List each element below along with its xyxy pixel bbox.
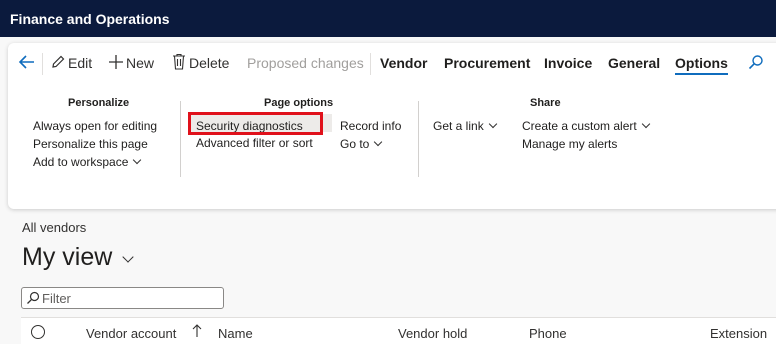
highlight-box: [188, 112, 323, 135]
trash-icon[interactable]: [172, 53, 186, 70]
sort-ascending-icon[interactable]: [192, 324, 202, 338]
tab-general[interactable]: General: [608, 55, 660, 71]
always-open-for-editing-item[interactable]: Always open for editing: [33, 119, 157, 133]
chevron-down-icon: [374, 137, 383, 147]
go-to-label: Go to: [340, 137, 370, 151]
column-extension[interactable]: Extension: [710, 326, 767, 341]
proposed-changes-button[interactable]: Proposed changes: [247, 55, 364, 71]
get-a-link-label: Get a link: [433, 119, 484, 133]
action-pane: Edit New Delete Proposed changes Vendor …: [8, 43, 776, 209]
advanced-filter-or-sort-item[interactable]: Advanced filter or sort: [196, 136, 313, 150]
group-title-page-options: Page options: [264, 97, 334, 109]
select-all-radio[interactable]: [31, 325, 45, 339]
manage-my-alerts-item[interactable]: Manage my alerts: [522, 137, 617, 151]
top-bar: Finance and Operations: [0, 0, 776, 37]
column-phone[interactable]: Phone: [529, 326, 567, 341]
column-name[interactable]: Name: [218, 326, 253, 341]
personalize-this-page-item[interactable]: Personalize this page: [33, 137, 148, 151]
filter-search-icon: [27, 291, 40, 304]
view-title[interactable]: My view: [22, 243, 112, 272]
tab-vendor[interactable]: Vendor: [380, 55, 427, 71]
get-a-link-item[interactable]: Get a link: [433, 119, 497, 133]
chevron-down-icon: [133, 155, 142, 165]
tab-options[interactable]: Options: [675, 55, 728, 75]
action-bar: Edit New Delete Proposed changes Vendor …: [8, 43, 776, 83]
group-title-personalize: Personalize: [68, 97, 130, 109]
view-chevron-down-icon[interactable]: [122, 251, 134, 263]
tab-invoice[interactable]: Invoice: [544, 55, 592, 71]
group-title-share: Share: [530, 97, 561, 109]
add-to-workspace-item[interactable]: Add to workspace: [33, 155, 142, 169]
record-info-item[interactable]: Record info: [340, 119, 401, 133]
search-icon[interactable]: [748, 54, 764, 70]
tab-procurement[interactable]: Procurement: [444, 55, 530, 71]
new-button[interactable]: New: [126, 55, 154, 71]
filter-box[interactable]: [21, 287, 224, 309]
edit-button[interactable]: Edit: [68, 55, 92, 71]
create-custom-alert-item[interactable]: Create a custom alert: [522, 119, 650, 133]
delete-button[interactable]: Delete: [189, 55, 229, 71]
go-to-item[interactable]: Go to: [340, 137, 383, 151]
column-vendor-account[interactable]: Vendor account: [86, 326, 176, 341]
chevron-down-icon: [641, 119, 650, 129]
app-title: Finance and Operations: [10, 11, 170, 27]
create-custom-alert-label: Create a custom alert: [522, 119, 637, 133]
back-arrow-icon[interactable]: [18, 54, 36, 70]
breadcrumb[interactable]: All vendors: [22, 220, 86, 235]
grid-header: Vendor account Name Vendor hold Phone Ex…: [21, 317, 776, 344]
add-to-workspace-label: Add to workspace: [33, 155, 129, 169]
column-vendor-hold[interactable]: Vendor hold: [398, 326, 467, 341]
plus-icon[interactable]: [108, 54, 124, 70]
filter-input[interactable]: [42, 290, 217, 306]
chevron-down-icon: [488, 119, 497, 129]
edit-pencil-icon[interactable]: [50, 54, 66, 70]
